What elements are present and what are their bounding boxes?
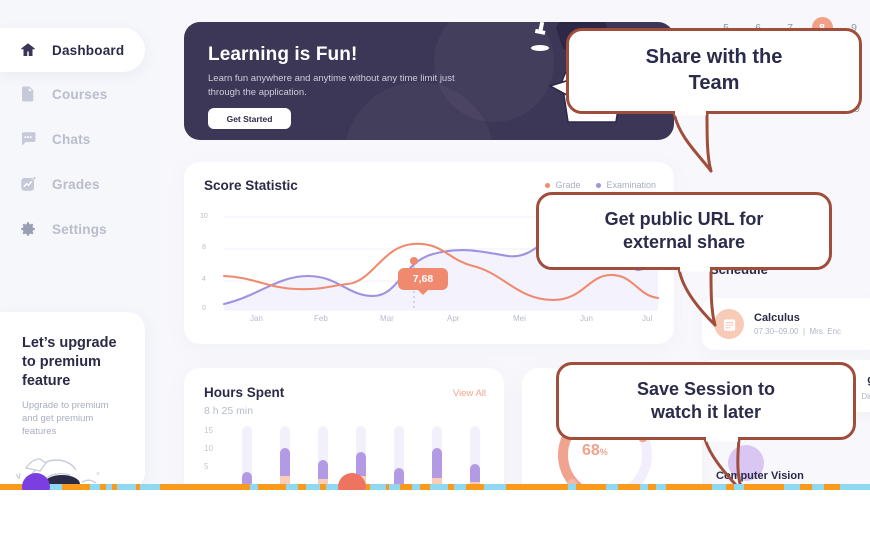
schedule-item-teacher: Mrs. Enc bbox=[809, 327, 842, 336]
sidebar-item-label: Grades bbox=[52, 176, 100, 192]
x-tick: Jul bbox=[642, 314, 653, 323]
svg-text:×: × bbox=[96, 471, 100, 478]
gear-icon bbox=[18, 219, 38, 239]
chart-icon bbox=[18, 174, 38, 194]
hours-spent-card: Hours Spent 8 h 25 min View All 15 10 5 bbox=[184, 368, 504, 490]
annotation-text: Save Session to watch it later bbox=[637, 378, 775, 424]
chart-legend: Grade Examination bbox=[545, 180, 656, 190]
player-controls-bar: 10 – 1x + 00:00:01 / 00:42:23 bbox=[0, 490, 870, 536]
view-all-link[interactable]: View All bbox=[453, 388, 486, 399]
sidebar-item-label: Chats bbox=[52, 131, 91, 147]
annotation-save-session: Save Session to watch it later bbox=[556, 362, 856, 490]
sidebar-item-label: Courses bbox=[52, 86, 108, 102]
x-tick: Feb bbox=[314, 314, 328, 323]
x-tick: Jan bbox=[250, 314, 263, 323]
home-icon bbox=[18, 40, 38, 60]
legend-label: Grade bbox=[555, 180, 581, 190]
card-title: Score Statistic bbox=[204, 178, 298, 193]
x-tick: Jun bbox=[580, 314, 593, 323]
y-tick: 10 bbox=[204, 444, 213, 453]
annotation-line-1: Share with the bbox=[645, 46, 783, 69]
annotation-line-1: Get public URL for bbox=[604, 208, 764, 229]
y-tick: 5 bbox=[204, 462, 209, 471]
annotation-text: Get public URL for external share bbox=[605, 208, 764, 254]
legend-item-grade: Grade bbox=[545, 180, 580, 190]
annotation-get-public-url: Get public URL for external share bbox=[536, 192, 832, 327]
card-subtitle: 8 h 25 min bbox=[204, 405, 254, 417]
document-icon bbox=[18, 84, 38, 104]
y-tick: 15 bbox=[204, 426, 213, 435]
annotation-tail bbox=[703, 436, 744, 490]
legend-item-examination: Examination bbox=[596, 180, 656, 190]
annotation-line-2: watch it later bbox=[650, 402, 762, 422]
sidebar-item-chats[interactable]: Chats bbox=[0, 117, 145, 161]
annotation-tail bbox=[672, 110, 713, 173]
sidebar-item-courses[interactable]: Courses bbox=[0, 72, 145, 116]
x-tick: Mar bbox=[380, 314, 394, 323]
sidebar-item-label: Dashboard bbox=[52, 42, 125, 58]
banner-title: Learning is Fun! bbox=[208, 44, 358, 65]
annotation-line-2: Team bbox=[688, 72, 740, 94]
sidebar-item-grades[interactable]: Grades bbox=[0, 162, 145, 206]
schedule-item-separator: | bbox=[802, 327, 806, 336]
clipped-meta: Dimo bbox=[861, 392, 870, 401]
progress-percent: 68% bbox=[582, 442, 608, 460]
annotation-text: Share with the Team bbox=[646, 45, 783, 96]
annotation-tail bbox=[677, 266, 717, 327]
premium-upgrade-card[interactable]: Let’s upgrade to premium feature Upgrade… bbox=[0, 312, 145, 490]
get-started-button[interactable]: Get Started bbox=[208, 108, 291, 129]
progress-percent-value: 68 bbox=[582, 442, 600, 459]
sidebar-item-label: Settings bbox=[52, 221, 107, 237]
card-title: Hours Spent bbox=[204, 385, 285, 400]
premium-title: Let’s upgrade to premium feature bbox=[22, 335, 117, 389]
sidebar-item-settings[interactable]: Settings bbox=[0, 207, 145, 251]
annotation-share-with-team: Share with the Team bbox=[566, 28, 862, 173]
annotation-line-1: Save Session to bbox=[636, 378, 776, 399]
x-tick: Apr bbox=[447, 314, 460, 323]
banner-subtitle: Learn fun anywhere and anytime without a… bbox=[208, 73, 455, 98]
annotation-line-2: external share bbox=[622, 232, 746, 252]
chat-icon bbox=[18, 129, 38, 149]
sidebar-item-dashboard[interactable]: Dashboard bbox=[0, 28, 145, 72]
app-screenshot: Dashboard Courses Chats Grades Settings bbox=[0, 0, 870, 490]
progress-percent-unit: % bbox=[599, 447, 608, 457]
x-tick: Mei bbox=[513, 314, 526, 323]
sidebar: Dashboard Courses Chats Grades Settings bbox=[0, 0, 160, 490]
chart-tooltip: 7,68 bbox=[398, 268, 448, 295]
